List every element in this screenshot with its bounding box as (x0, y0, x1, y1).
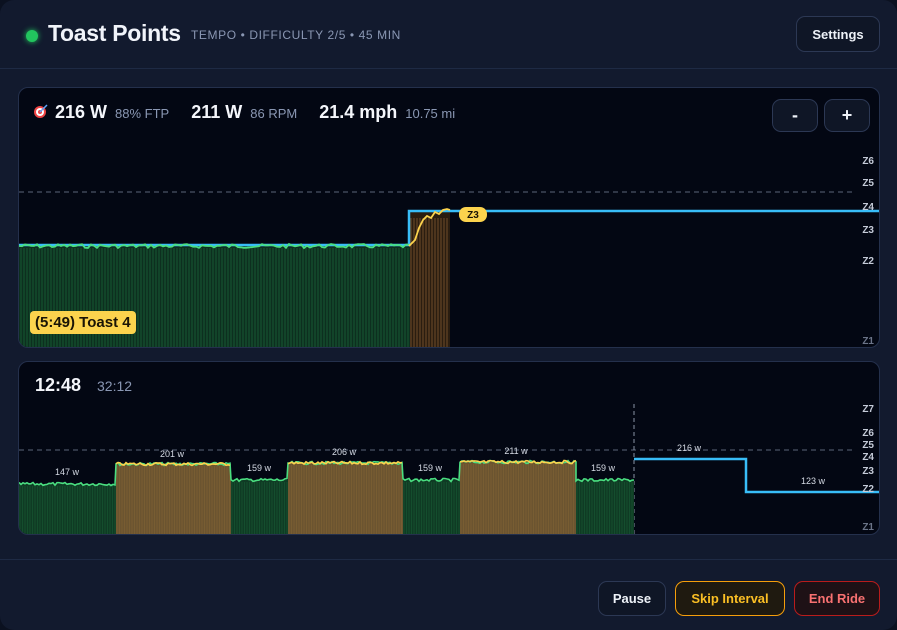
interval-label: 216 w (677, 443, 702, 453)
pause-button[interactable]: Pause (598, 581, 666, 616)
target-power: 216 W (55, 102, 108, 122)
interval-label: 211 w (504, 446, 528, 456)
interval-badge: (5:49) Toast 4 (30, 311, 136, 334)
live-power-panel: Z3 Z6 Z5 Z4 Z3 Z2 Z1 216 W 88% FTP 211 W (18, 87, 880, 348)
zone-label-z4: Z4 (862, 202, 874, 213)
work-interval-fill (288, 463, 403, 534)
settings-button[interactable]: Settings (796, 16, 880, 52)
remaining-time: 32:12 (97, 378, 133, 394)
interval-label: 123 w (801, 476, 826, 486)
zoom-in-button[interactable]: + (824, 99, 870, 132)
interval-label: 147 w (55, 467, 80, 477)
live-power-chart: Z3 Z6 Z5 Z4 Z3 Z2 Z1 (19, 156, 879, 347)
target-ftp: 88% FTP (115, 106, 170, 121)
target-power-line (634, 457, 879, 494)
zone-label-z1: Z1 (862, 336, 874, 347)
work-interval-fill (116, 464, 231, 534)
zone-label-z6: Z6 (862, 156, 874, 167)
skip-interval-button[interactable]: Skip Interval (675, 581, 785, 616)
zone-label-z5: Z5 (862, 440, 874, 451)
header: Toast Points TEMPO • DIFFICULTY 2/5 • 45… (0, 0, 897, 69)
live-stats: 216 W 88% FTP 211 W 86 RPM 21.4 mph 10.7… (33, 102, 455, 123)
current-power: 211 W (191, 102, 243, 122)
zone-label-z2: Z2 (862, 484, 874, 495)
zone-label-z3: Z3 (862, 466, 874, 477)
zone-label-z6: Z6 (862, 428, 874, 439)
workout-overview-chart: 147 w 201 w 159 w 206 w 159 w 211 w 159 … (19, 404, 879, 534)
interval-label: 206 w (332, 447, 357, 457)
zoom-out-button[interactable]: - (772, 99, 818, 132)
distance: 10.75 mi (405, 106, 456, 121)
zone-label-z1: Z1 (862, 522, 874, 533)
zone-label-z2: Z2 (862, 256, 874, 267)
interval-label: 159 w (247, 463, 272, 473)
status-indicator (26, 30, 38, 42)
workout-subtitle: TEMPO • DIFFICULTY 2/5 • 45 MIN (191, 28, 401, 42)
speed: 21.4 mph (319, 102, 398, 122)
target-icon (33, 103, 49, 119)
workout-app: Toast Points TEMPO • DIFFICULTY 2/5 • 45… (0, 0, 897, 630)
interval-label: 159 w (418, 463, 443, 473)
elapsed-time: 12:48 (35, 375, 82, 395)
zone-label-z4: Z4 (862, 452, 874, 463)
workout-overview-panel: 147 w 201 w 159 w 206 w 159 w 211 w 159 … (18, 361, 880, 535)
interval-label: 201 w (160, 449, 185, 459)
zone-label-z7: Z7 (862, 404, 874, 415)
zone-label-z3: Z3 (862, 225, 874, 236)
zone-label-z5: Z5 (862, 178, 874, 189)
current-zone-badge-label: Z3 (467, 210, 479, 221)
cadence: 86 RPM (250, 106, 298, 121)
end-ride-button[interactable]: End Ride (794, 581, 880, 616)
interval-label: 159 w (591, 463, 616, 473)
workout-title: Toast Points (48, 20, 181, 46)
